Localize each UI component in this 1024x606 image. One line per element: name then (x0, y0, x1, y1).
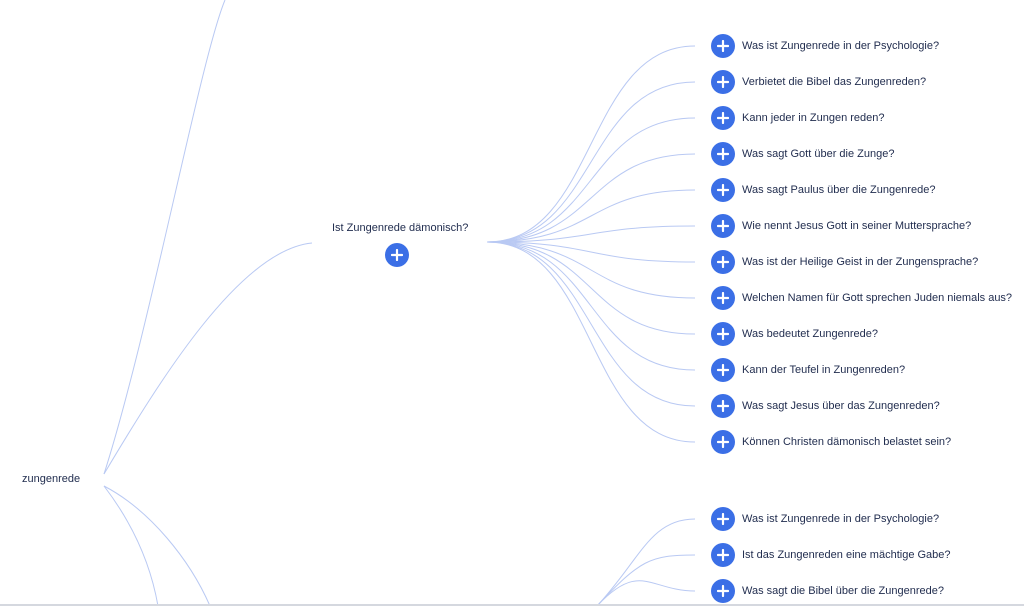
lower-edge (596, 580, 696, 606)
child-node[interactable]: Können Christen dämonisch belastet sein? (711, 430, 951, 454)
plus-icon (717, 400, 729, 412)
plus-icon (717, 148, 729, 160)
expand-button[interactable] (711, 430, 735, 454)
branch-edge (486, 241, 696, 299)
expand-button[interactable] (711, 322, 735, 346)
expand-button[interactable] (711, 579, 735, 603)
branch-edge (486, 241, 696, 443)
child-node-label[interactable]: Verbietet die Bibel das Zungenreden? (742, 76, 926, 88)
plus-icon (391, 249, 403, 261)
root-edge-up (103, 0, 226, 475)
child-node[interactable]: Was ist der Heilige Geist in der Zungens… (711, 250, 978, 274)
expand-button[interactable] (711, 106, 735, 130)
plus-icon (717, 585, 729, 597)
plus-icon (717, 292, 729, 304)
root-node-label[interactable]: zungenrede (22, 473, 80, 485)
branch-node-label[interactable]: Ist Zungenrede dämonisch? (332, 222, 468, 234)
root-edge-branch (103, 242, 313, 475)
plus-icon (717, 184, 729, 196)
branch-edge (486, 241, 696, 407)
branch-edge (486, 45, 696, 243)
child-node-label[interactable]: Welchen Namen für Gott sprechen Juden ni… (742, 292, 1012, 304)
child-node[interactable]: Wie nennt Jesus Gott in seiner Mutterspr… (711, 214, 971, 238)
expand-button[interactable] (711, 358, 735, 382)
branch-expand-button[interactable] (385, 243, 409, 267)
branch-edge (486, 153, 696, 243)
plus-icon (717, 513, 729, 525)
child-node-label[interactable]: Wie nennt Jesus Gott in seiner Mutterspr… (742, 220, 971, 232)
child-node-label[interactable]: Kann jeder in Zungen reden? (742, 112, 885, 124)
plus-icon (717, 549, 729, 561)
child-node[interactable]: Was sagt die Bibel über die Zungenrede? (711, 579, 944, 603)
branch-edge (486, 241, 696, 335)
child-node[interactable]: Was sagt Gott über die Zunge? (711, 142, 894, 166)
child-node-label[interactable]: Was sagt die Bibel über die Zungenrede? (742, 585, 944, 597)
expand-button[interactable] (711, 142, 735, 166)
expand-button[interactable] (711, 34, 735, 58)
child-node-label[interactable]: Kann der Teufel in Zungenreden? (742, 364, 905, 376)
expand-button[interactable] (711, 214, 735, 238)
child-node[interactable]: Welchen Namen für Gott sprechen Juden ni… (711, 286, 1012, 310)
branch-edge (486, 117, 696, 243)
plus-icon (717, 40, 729, 52)
expand-button[interactable] (711, 178, 735, 202)
plus-icon (717, 256, 729, 268)
child-node[interactable]: Verbietet die Bibel das Zungenreden? (711, 70, 926, 94)
plus-icon (717, 76, 729, 88)
mindmap-canvas[interactable]: zungenrede Ist Zungenrede dämonisch? Was… (0, 0, 1024, 606)
plus-icon (717, 436, 729, 448)
expand-button[interactable] (711, 286, 735, 310)
child-node-label[interactable]: Was sagt Gott über die Zunge? (742, 148, 894, 160)
plus-icon (717, 112, 729, 124)
expand-button[interactable] (711, 70, 735, 94)
child-node-label[interactable]: Was ist der Heilige Geist in der Zungens… (742, 256, 978, 268)
expand-button[interactable] (711, 394, 735, 418)
expand-button[interactable] (711, 250, 735, 274)
expand-button[interactable] (711, 507, 735, 531)
child-node-label[interactable]: Ist das Zungenreden eine mächtige Gabe? (742, 549, 951, 561)
child-node-label[interactable]: Was ist Zungenrede in der Psychologie? (742, 40, 939, 52)
lower-edge (596, 554, 696, 606)
child-node[interactable]: Was ist Zungenrede in der Psychologie? (711, 34, 939, 58)
child-node-label[interactable]: Was sagt Paulus über die Zungenrede? (742, 184, 935, 196)
branch-edge (486, 81, 696, 243)
child-node[interactable]: Was bedeutet Zungenrede? (711, 322, 878, 346)
child-node[interactable]: Kann der Teufel in Zungenreden? (711, 358, 905, 382)
child-node[interactable]: Was ist Zungenrede in der Psychologie? (711, 507, 939, 531)
root-edge-down-2 (103, 485, 211, 606)
child-node[interactable]: Kann jeder in Zungen reden? (711, 106, 885, 130)
expand-button[interactable] (711, 543, 735, 567)
child-node-label[interactable]: Was bedeutet Zungenrede? (742, 328, 878, 340)
child-node[interactable]: Was sagt Jesus über das Zungenreden? (711, 394, 940, 418)
plus-icon (717, 328, 729, 340)
plus-icon (717, 220, 729, 232)
plus-icon (717, 364, 729, 376)
child-node-label[interactable]: Was sagt Jesus über das Zungenreden? (742, 400, 940, 412)
child-node-label[interactable]: Was ist Zungenrede in der Psychologie? (742, 513, 939, 525)
child-node[interactable]: Was sagt Paulus über die Zungenrede? (711, 178, 935, 202)
child-node-label[interactable]: Können Christen dämonisch belastet sein? (742, 436, 951, 448)
child-node[interactable]: Ist das Zungenreden eine mächtige Gabe? (711, 543, 951, 567)
